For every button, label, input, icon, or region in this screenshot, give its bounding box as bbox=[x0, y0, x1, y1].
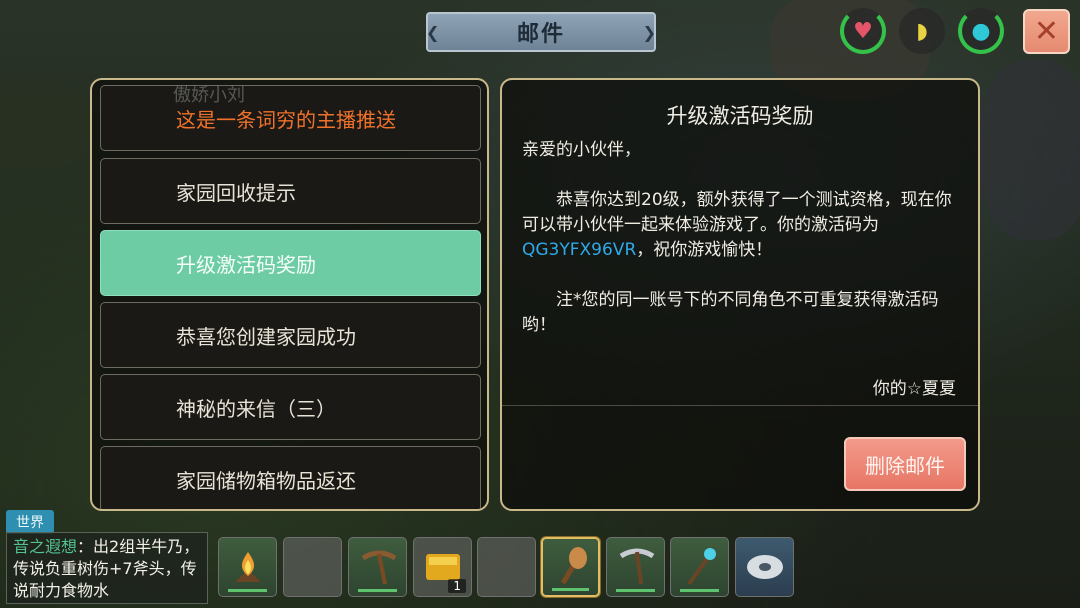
mail-note: 注*您的同一账号下的不同角色不可重复获得激活码哟！ bbox=[522, 290, 939, 335]
page-title: 邮件 bbox=[516, 22, 565, 47]
delete-mail-button[interactable]: 删除邮件 bbox=[844, 437, 966, 491]
mail-list-item-label: 恭喜您创建家园成功 bbox=[176, 324, 356, 349]
mail-list-item[interactable]: 这是一条词穷的主播推送 bbox=[100, 85, 481, 151]
hotbar-slot[interactable] bbox=[670, 537, 729, 597]
mail-list-panel[interactable]: 这是一条词穷的主播推送 家园回收提示 升级激活码奖励恭喜您创建家园成功 神秘的来信（三… bbox=[90, 78, 489, 511]
mail-body: 亲爱的小伙伴， 恭喜你达到20级，额外获得了一个测试资格，现在你可以带小伙伴一起… bbox=[522, 138, 966, 338]
health-status-icon: ♥ bbox=[840, 8, 886, 54]
durability-bar bbox=[228, 589, 267, 592]
durability-bar bbox=[358, 589, 397, 592]
mail-paragraph: 恭喜你达到20级，额外获得了一个测试资格，现在你可以带小伙伴一起来体验游戏了。你… bbox=[522, 188, 966, 263]
hunger-ring bbox=[899, 8, 945, 54]
activation-code[interactable]: QG3YFX96VR bbox=[522, 240, 636, 260]
hotbar-slot[interactable] bbox=[477, 537, 536, 597]
mail-list-item-label: 家园回收提示 bbox=[176, 180, 296, 205]
chat-box[interactable]: 音之遐想：出2组半牛乃，传说负重树伤+7斧头，传说耐力食物水 bbox=[6, 532, 208, 604]
water-status-icon: ● bbox=[958, 8, 1004, 54]
chat-sender: 音之遐想 bbox=[13, 537, 78, 556]
item-count: 1 bbox=[448, 579, 466, 593]
durability-bar bbox=[552, 588, 589, 591]
hotbar-slot[interactable] bbox=[541, 537, 600, 597]
close-button[interactable]: ✕ bbox=[1023, 9, 1070, 54]
hotbar-slot[interactable] bbox=[606, 537, 665, 597]
chat-channel-tag[interactable]: 世界 bbox=[6, 510, 54, 534]
hotbar-slot[interactable]: 1 bbox=[413, 537, 472, 597]
durability-bar bbox=[680, 589, 719, 592]
mail-list-item-label: 家园储物箱物品返还 bbox=[176, 468, 356, 493]
hotbar-slot[interactable] bbox=[283, 537, 342, 597]
health-ring bbox=[840, 8, 886, 54]
mail-subject: 升级激活码奖励 bbox=[666, 104, 814, 128]
close-icon: ✕ bbox=[1033, 13, 1060, 49]
hunger-status-icon: ◗ bbox=[899, 8, 945, 54]
banner-ornament-icon: ❯ bbox=[642, 23, 656, 42]
mail-list-item[interactable]: 家园储物箱物品返还 bbox=[100, 446, 481, 509]
mail-detail-panel: 升级激活码奖励 亲爱的小伙伴， 恭喜你达到20级，额外获得了一个测试资格，现在你… bbox=[500, 78, 980, 511]
divider bbox=[502, 405, 978, 406]
mail-paragraph-end: ，祝你游戏愉快！ bbox=[636, 240, 773, 260]
water-ring bbox=[958, 8, 1004, 54]
banner-ornament-icon: ❮ bbox=[426, 23, 440, 42]
durability-bar bbox=[616, 589, 655, 592]
ghost-player-name: 傲娇小刘 bbox=[173, 85, 245, 106]
hotbar-slot[interactable] bbox=[348, 537, 407, 597]
mail-list-item-label: 这是一条词穷的主播推送 bbox=[176, 107, 396, 132]
hotbar-slot[interactable] bbox=[218, 537, 277, 597]
mail-list-item-label: 升级激活码奖励 bbox=[176, 252, 316, 277]
mail-list-item[interactable]: 恭喜您创建家园成功 bbox=[100, 302, 481, 368]
mail-greeting: 亲爱的小伙伴， bbox=[522, 140, 641, 160]
mail-list-item-label: 神秘的来信（三） bbox=[176, 396, 336, 421]
mail-list-item[interactable]: 神秘的来信（三） bbox=[100, 374, 481, 440]
mail-list-item[interactable]: 升级激活码奖励 bbox=[100, 230, 481, 296]
mail-list-item[interactable]: 家园回收提示 bbox=[100, 158, 481, 224]
hotbar-slot[interactable] bbox=[735, 537, 794, 597]
mail-signature: 你的☆夏夏 bbox=[872, 379, 956, 399]
mail-title-banner: ❮ 邮件 ❯ bbox=[426, 12, 656, 52]
mail-paragraph-text: 恭喜你达到20级，额外获得了一个测试资格，现在你可以带小伙伴一起来体验游戏了。你… bbox=[522, 190, 952, 235]
